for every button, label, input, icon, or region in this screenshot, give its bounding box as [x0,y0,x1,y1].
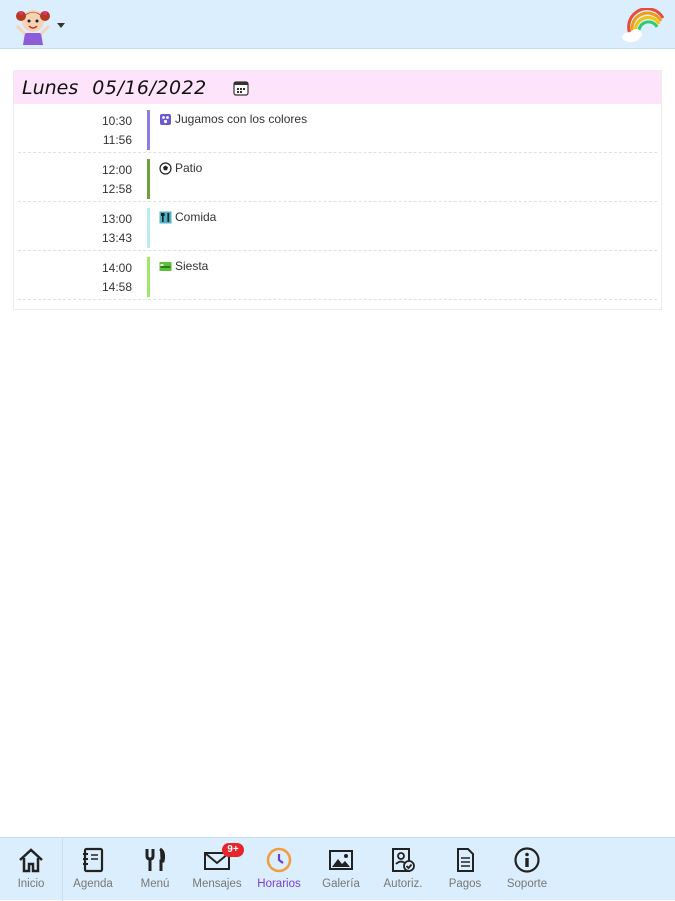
bottom-nav: Inicio Agenda Menú 9+ Mensajes Horarios … [0,837,675,901]
nav-label: Menú [140,878,170,890]
schedule-entry[interactable]: 10:30 11:56 Jugamos con los colores [18,104,657,153]
nav-divider [62,838,63,901]
ball-icon [159,161,172,175]
start-time: 13:00 [101,212,132,226]
color-bar [147,110,150,150]
nav-label: Soporte [506,878,548,890]
day-date: 05/16/2022 [92,76,207,99]
home-icon [19,848,43,873]
info-icon [514,847,540,873]
schedule-panel: Lunes 05/16/2022 10:30 11:56 Jugamos con… [13,70,662,310]
activity: Jugamos con los colores [159,112,307,126]
activity-label: Jugamos con los colores [175,112,308,126]
activity: Patio [159,161,202,175]
nav-label: Agenda [73,878,113,890]
calendar-icon[interactable] [232,79,250,97]
unread-badge: 9+ [222,843,244,857]
activity-label: Siesta [175,259,209,273]
clock-icon [266,847,292,873]
chevron-down-icon [57,22,65,28]
nav-item-menu[interactable]: Menú [124,838,186,901]
nav-item-galeria[interactable]: Galería [310,838,372,901]
color-bar [147,257,150,297]
document-icon [457,848,474,872]
nav-label: Inicio [17,878,45,890]
entry-times: 12:00 12:58 [62,161,132,199]
activity-label: Comida [175,210,217,224]
nav-item-inicio[interactable]: Inicio [0,838,62,901]
nav-item-autoriz[interactable]: Autoriz. [372,838,434,901]
entry-times: 10:30 11:56 [62,112,132,150]
end-time: 11:56 [102,133,132,147]
color-bar [147,159,150,199]
nav-label: Mensajes [192,878,242,890]
palette-icon [160,113,171,125]
cutlery-icon [145,847,166,871]
image-icon [329,850,353,870]
girl-avatar-icon [15,10,51,45]
start-time: 14:00 [101,261,132,275]
entry-times: 13:00 13:43 [62,210,132,248]
nav-item-pagos[interactable]: Pagos [434,838,496,901]
schedule-entry[interactable]: 13:00 13:43 Comida [18,202,657,251]
end-time: 14:58 [101,280,132,294]
color-bar [147,208,150,248]
authorization-icon [392,848,415,872]
profile-menu-button[interactable] [12,4,70,46]
day-name: Lunes [22,76,79,99]
nav-label: Horarios [257,878,301,890]
activity: Siesta [159,259,208,273]
start-time: 12:00 [101,163,132,177]
nav-label: Pagos [448,878,482,890]
schedule-entry[interactable]: 14:00 14:58 Siesta [18,251,657,300]
nav-item-horarios[interactable]: Horarios [248,838,310,901]
end-time: 13:43 [101,231,132,245]
day-header: Lunes 05/16/2022 [14,71,661,104]
rainbow-cloud-icon [622,8,665,42]
nav-item-soporte[interactable]: Soporte [496,838,558,901]
notebook-icon [83,847,104,873]
end-time: 12:58 [101,182,132,196]
nav-item-mensajes[interactable]: 9+ Mensajes [186,838,248,901]
activity: Comida [159,210,216,224]
nav-label: Galería [322,878,360,890]
nav-label: Autoriz. [383,878,423,890]
top-header [0,0,675,49]
entry-times: 14:00 14:58 [62,259,132,297]
activity-label: Patio [175,161,203,175]
start-time: 10:30 [101,114,132,128]
cutlery-icon [159,211,172,223]
nav-item-agenda[interactable]: Agenda [62,838,124,901]
schedule-entry[interactable]: 12:00 12:58 Patio [18,153,657,202]
bed-icon [159,261,172,271]
